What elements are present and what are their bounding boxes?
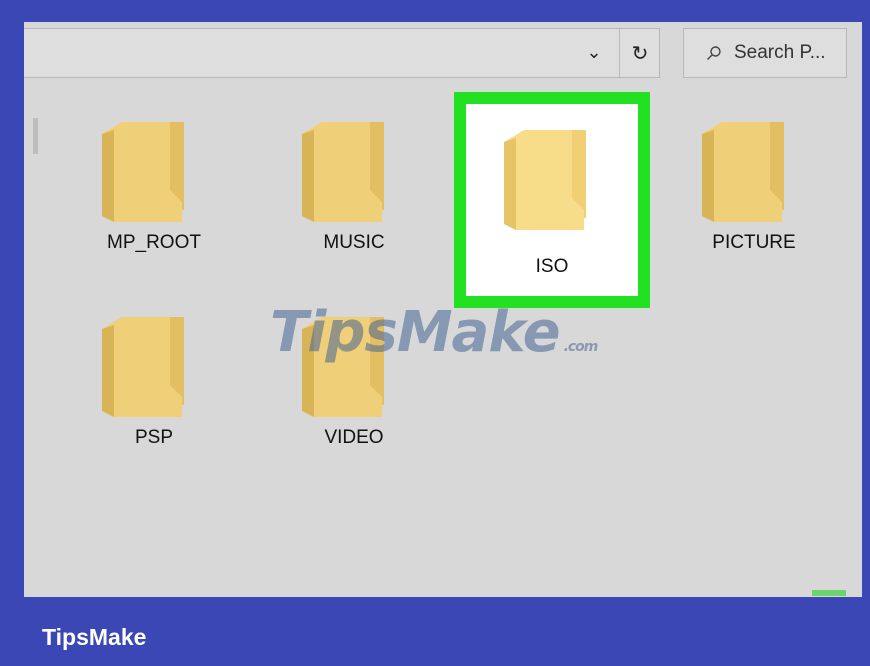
refresh-button[interactable]: ↻	[619, 29, 660, 77]
address-dropdown-button[interactable]: ⌄	[576, 35, 612, 69]
chevron-down-icon: ⌄	[586, 41, 602, 62]
folder-icon	[302, 122, 384, 222]
brand-footer-text: TipsMake	[42, 624, 147, 650]
folder-icon	[702, 122, 784, 222]
folder-item[interactable]: PSP	[74, 277, 234, 457]
folder-label: MP_ROOT	[107, 232, 201, 253]
folder-label: VIDEO	[324, 427, 384, 448]
folder-label: PICTURE	[712, 232, 796, 253]
folder-label: ISO	[535, 256, 569, 277]
search-placeholder: Search P...	[734, 42, 826, 63]
refresh-icon: ↻	[631, 42, 649, 65]
folder-item[interactable]: MUSIC	[274, 82, 434, 262]
watermark-text: TipsMake	[270, 300, 561, 365]
search-input[interactable]: Search P...	[683, 28, 847, 78]
search-icon	[707, 46, 721, 60]
folder-icon	[102, 122, 184, 222]
folder-icon	[102, 317, 184, 417]
folder-label: MUSIC	[323, 232, 385, 253]
folder-item-selected[interactable]: ISO	[454, 92, 650, 308]
watermark-logo: TipsMake .com	[270, 300, 599, 365]
folder-icon	[504, 130, 586, 230]
decorative-accent	[812, 590, 846, 596]
folder-item[interactable]: MP_ROOT	[74, 82, 234, 262]
address-bar[interactable]	[24, 28, 660, 78]
watermark-domain: .com	[563, 339, 599, 355]
folder-item[interactable]: PICTURE	[674, 82, 834, 262]
folder-label: PSP	[134, 427, 174, 448]
